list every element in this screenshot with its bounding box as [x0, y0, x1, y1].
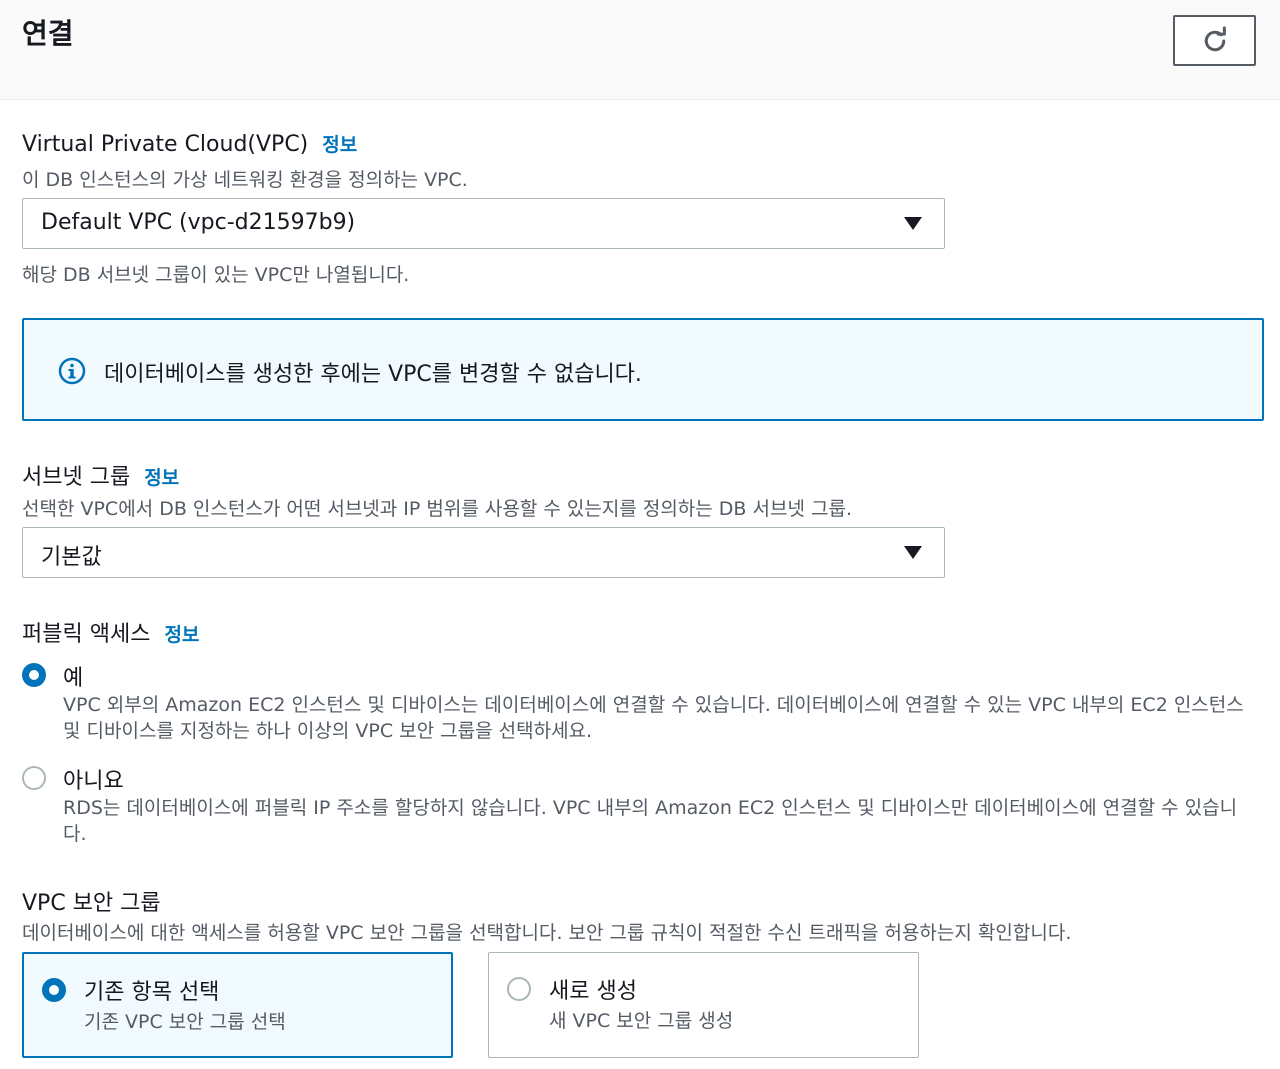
public-access-yes-description-line1: VPC 외부의 Amazon EC2 인스턴스 및 디바이스는 데이터베이스에 … [63, 694, 1244, 716]
choose-existing-radio[interactable] [42, 978, 66, 1002]
tile-choose-existing[interactable]: 기존 항목 선택 기존 VPC 보안 그룹 선택 [22, 952, 453, 1058]
refresh-icon [1204, 25, 1226, 51]
security-group-description: 데이터베이스에 대한 액세스를 허용할 VPC 보안 그룹을 선택합니다. 보안… [22, 922, 1072, 944]
caret-down-icon [904, 546, 922, 559]
security-group-label: VPC 보안 그룹 [22, 891, 161, 916]
public-access-no-radio[interactable] [22, 766, 46, 790]
subnet-group-label: 서브넷 그룹 정보 [22, 459, 179, 491]
public-access-label-text: 퍼블릭 액세스 [22, 622, 151, 647]
public-access-yes-label[interactable]: 예 [63, 660, 83, 692]
info-icon [58, 357, 86, 385]
vpc-label: Virtual Private Cloud(VPC) 정보 [22, 130, 357, 157]
tile-create-new-title: 새로 생성 [549, 979, 637, 1004]
vpc-select-value: Default VPC (vpc-d21597b9) [41, 210, 356, 235]
refresh-button[interactable] [1173, 15, 1256, 66]
tile-choose-existing-description: 기존 VPC 보안 그룹 선택 [84, 1011, 286, 1033]
public-access-no-label[interactable]: 아니요 [63, 763, 124, 795]
public-access-no-description-line1: RDS는 데이터베이스에 퍼블릭 IP 주소를 할당하지 않습니다. VPC 내… [63, 797, 1238, 819]
section-header: 연결 [0, 0, 1280, 100]
subnet-group-description: 선택한 VPC에서 DB 인스턴스가 어떤 서브넷과 IP 범위를 사용할 수 … [22, 498, 852, 520]
info-alert: 데이터베이스를 생성한 후에는 VPC를 변경할 수 없습니다. [22, 318, 1264, 421]
caret-down-icon [904, 217, 922, 230]
alert-text: 데이터베이스를 생성한 후에는 VPC를 변경할 수 없습니다. [104, 362, 642, 387]
vpc-description: 이 DB 인스턴스의 가상 네트워킹 환경을 정의하는 VPC. [22, 169, 468, 191]
public-access-no-description: RDS는 데이터베이스에 퍼블릭 IP 주소를 할당하지 않습니다. VPC 내… [63, 795, 1263, 847]
public-access-yes-radio[interactable] [22, 663, 46, 687]
public-access-info-link[interactable]: 정보 [164, 624, 199, 646]
tile-create-new[interactable]: 새로 생성 새 VPC 보안 그룹 생성 [488, 952, 919, 1058]
vpc-hint: 해당 DB 서브넷 그룹이 있는 VPC만 나열됩니다. [22, 264, 410, 286]
subnet-group-select[interactable]: 기본값 [22, 527, 945, 578]
vpc-select[interactable]: Default VPC (vpc-d21597b9) [22, 198, 945, 249]
tile-choose-existing-title: 기존 항목 선택 [84, 980, 220, 1005]
public-access-yes-description-line2: 및 디바이스를 지정하는 하나 이상의 VPC 보안 그룹을 선택하세요. [63, 720, 593, 742]
public-access-yes-description: VPC 외부의 Amazon EC2 인스턴스 및 디바이스는 데이터베이스에 … [63, 692, 1263, 744]
create-new-radio[interactable] [507, 977, 531, 1001]
subnet-group-info-link[interactable]: 정보 [144, 467, 179, 489]
subnet-group-select-value: 기본값 [41, 545, 102, 570]
public-access-label: 퍼블릭 액세스 정보 [22, 616, 199, 648]
tile-create-new-description: 새 VPC 보안 그룹 생성 [549, 1010, 734, 1032]
vpc-label-text: Virtual Private Cloud(VPC) [22, 132, 309, 157]
vpc-info-link[interactable]: 정보 [322, 134, 357, 156]
public-access-no-description-line2: 다. [63, 823, 87, 845]
subnet-group-label-text: 서브넷 그룹 [22, 465, 131, 490]
page-title: 연결 [22, 17, 74, 50]
